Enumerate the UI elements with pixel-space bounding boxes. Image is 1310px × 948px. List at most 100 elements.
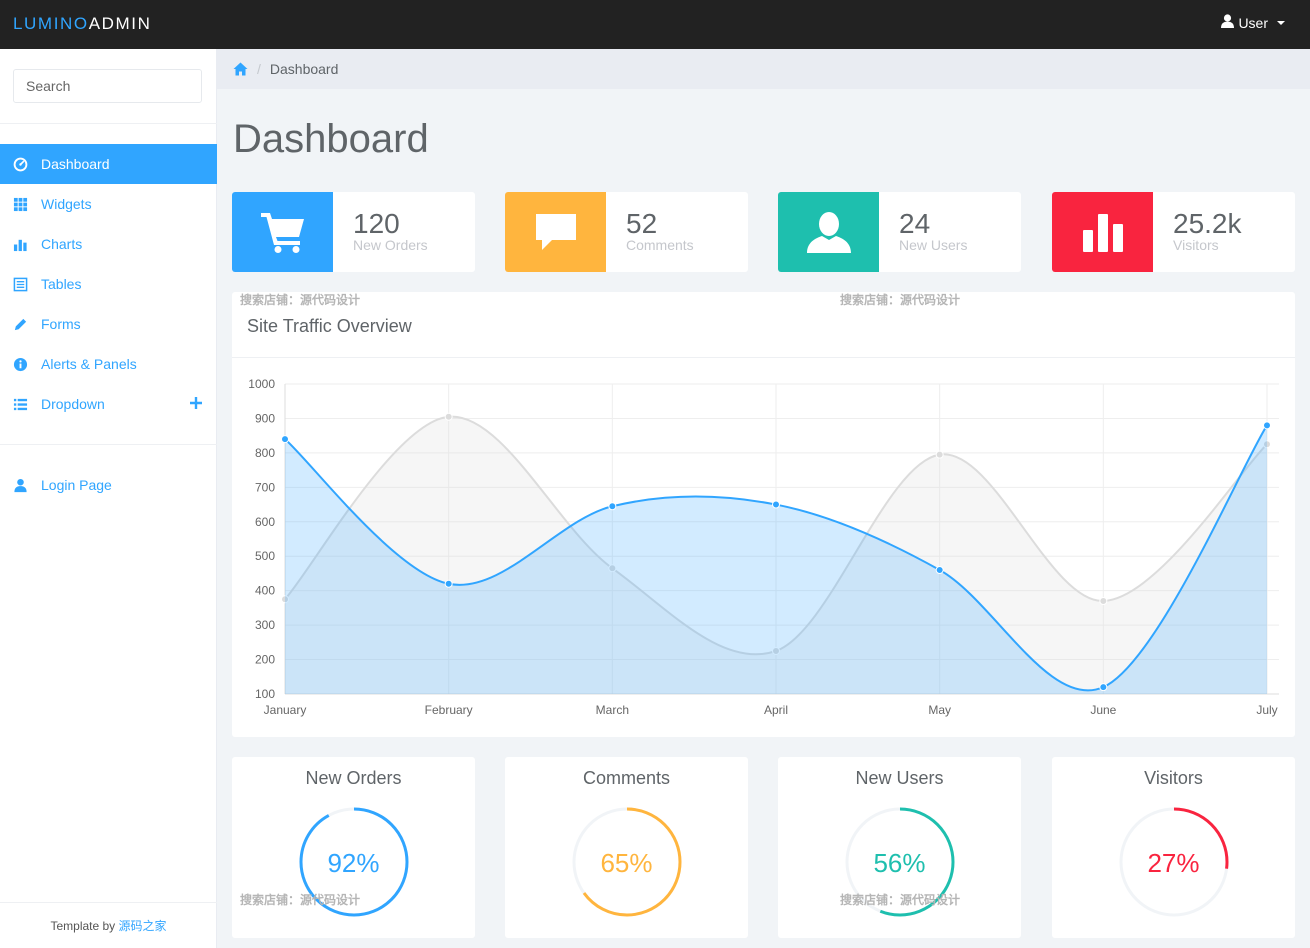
y-tick-label: 700 [255,480,275,494]
data-point [444,579,453,588]
user-icon [12,477,28,493]
shopping-cart-icon [260,213,304,253]
stat-label: Comments [626,237,694,253]
sidebar-item-charts[interactable]: Charts [0,224,217,264]
plus-icon[interactable] [190,396,202,409]
stat-label: New Users [899,237,968,253]
y-tick-label: 400 [255,584,275,598]
donut-card-comments: Comments 65% [505,757,748,938]
brand-logo[interactable]: LUMINOADMIN [13,14,152,34]
list-icon [12,396,28,412]
table-icon [12,276,28,292]
page-title: Dashboard [233,117,429,161]
donut-title: New Users [855,768,944,788]
donut-title: Visitors [1144,768,1203,788]
bar-chart-icon [1082,214,1123,252]
search-input[interactable] [13,69,202,103]
sidebar-item-label: Login Page [41,477,112,493]
x-tick-label: July [1256,703,1277,717]
sidebar-item-tables[interactable]: Tables [0,264,217,304]
sidebar-search [13,69,202,103]
user-menu-label: User [1238,14,1268,31]
sidebar-item-label: Charts [41,236,83,252]
breadcrumb: / Dashboard [217,49,1310,89]
caret-down-icon [1277,20,1285,25]
user-icon [1221,14,1235,31]
info-icon [12,356,28,372]
stat-card-comments: 52 Comments [505,192,748,272]
donut-value: 92% [327,848,380,878]
home-icon[interactable] [233,62,248,76]
x-tick-label: May [928,703,951,717]
donut-value: 65% [600,848,653,878]
x-tick-label: February [425,703,473,717]
data-point [935,566,944,574]
y-tick-label: 800 [255,446,275,460]
x-tick-label: January [264,703,307,717]
sidebar: Dashboard Widgets Charts Tables Forms [0,49,217,948]
sidebar-item-forms[interactable]: Forms [0,304,217,344]
footer-prefix: Template by [50,919,119,933]
stat-label: Visitors [1173,237,1219,253]
comment-icon [535,214,576,250]
stat-value: 24 [899,208,931,239]
sidebar-item-label: Forms [41,316,81,332]
data-point [1099,597,1108,605]
stat-card-new-orders: 120 New Orders [232,192,475,272]
breadcrumb-current: Dashboard [269,61,339,77]
sidebar-item-label: Alerts & Panels [41,356,137,372]
donut-title: Comments [582,768,671,788]
sidebar-nav: Dashboard Widgets Charts Tables Forms Al… [0,144,217,424]
x-tick-label: April [764,703,788,717]
donut-card-new-orders: New Orders 92% [232,757,475,938]
sidebar-item-dashboard[interactable]: Dashboard [0,144,217,184]
stat-value: 52 [626,208,658,239]
sidebar-item-alerts-panels[interactable]: Alerts & Panels [0,344,217,384]
stat-card-new-users: 24 New Users [778,192,1021,272]
sidebar-item-label: Dropdown [41,396,105,412]
sidebar-item-widgets[interactable]: Widgets [0,184,217,224]
sidebar-footer: Template by 源码之家 [0,917,217,934]
sidebar-item-label: Widgets [41,196,92,212]
y-tick-label: 500 [255,549,275,563]
user-menu-dropdown[interactable]: User [1221,14,1285,31]
grid-icon [12,196,28,212]
stat-card-visitors: 25.2k Visitors [1052,192,1295,272]
stat-icon-box [505,192,606,272]
brand-part-1: LUMINO [13,14,89,33]
data-point [281,435,289,444]
site-traffic-chart: 100 200 300 400 500 600 700 800 900 1000 January Fe… [248,377,1279,717]
stat-icon-box [232,192,333,272]
site-traffic-panel: Site Traffic Overview 100 200 300 400 500 600… [232,292,1295,737]
donut-value: 27% [1147,848,1200,878]
pencil-icon [12,316,28,332]
sidebar-footer-divider [0,902,217,903]
x-tick-label: June [1090,703,1116,717]
donut-title: New Orders [305,768,402,788]
stat-value: 25.2k [1173,208,1242,239]
y-tick-label: 100 [255,687,275,701]
sidebar-divider [0,444,217,445]
stat-value: 120 [353,208,400,239]
stat-icon-box [778,192,879,272]
y-tick-label: 600 [255,515,275,529]
y-tick-label: 300 [255,618,275,632]
user-icon [806,212,851,253]
y-tick-label: 200 [255,653,275,667]
brand-part-2: ADMIN [88,14,152,33]
sidebar-item-dropdown[interactable]: Dropdown [0,384,217,424]
donut-card-visitors: Visitors 27% [1052,757,1295,938]
sidebar-item-login[interactable]: Login Page [0,465,217,505]
donut-value: 56% [873,848,926,878]
footer-link[interactable]: 源码之家 [119,919,167,933]
data-point [1099,683,1108,692]
donut-card-new-users: New Users 56% [778,757,1021,938]
sidebar-item-label: Tables [41,276,82,292]
stat-label: New Orders [353,237,428,253]
y-tick-label: 900 [255,411,275,425]
top-navbar: LUMINOADMIN User [0,0,1310,49]
breadcrumb-separator: / [257,61,261,77]
data-point [772,500,780,509]
bar-chart-icon [12,236,28,252]
sidebar-divider [0,123,217,124]
